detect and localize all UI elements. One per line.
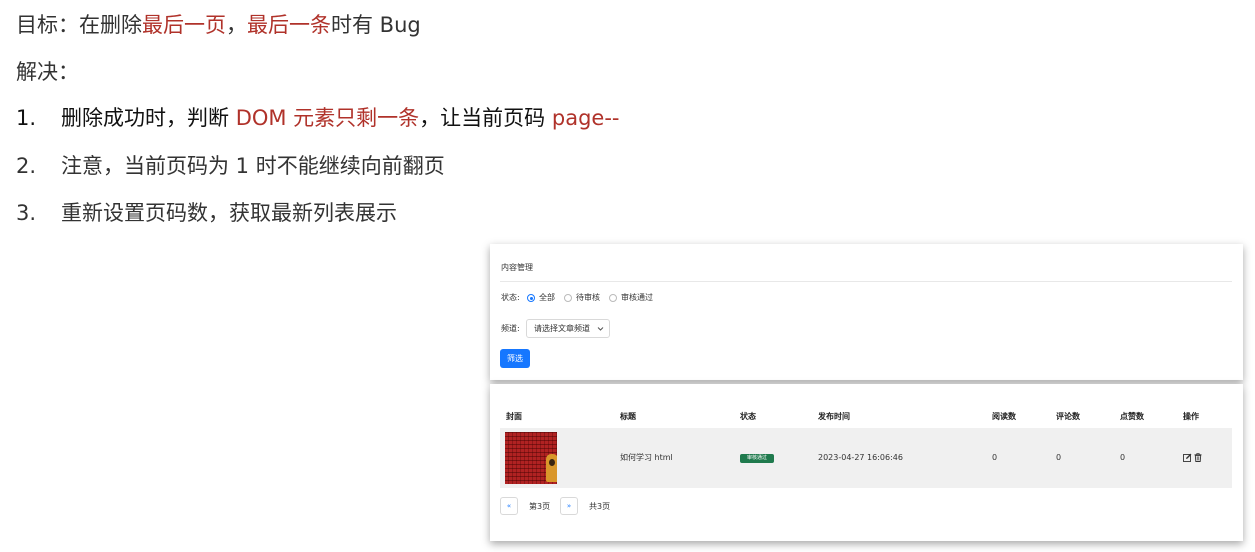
goal-highlight-last-item: 最后一条 <box>247 13 331 37</box>
next-page-button[interactable]: » <box>560 497 578 515</box>
column-header-status: 状态 <box>740 412 756 421</box>
chevron-down-icon <box>597 327 604 331</box>
step-3: 3. 重新设置页码数，获取最新列表展示 <box>16 198 397 228</box>
status-radio-all[interactable] <box>527 294 535 302</box>
status-radio-pending[interactable] <box>564 294 572 302</box>
cover-image <box>505 432 557 484</box>
column-header-reads: 阅读数 <box>992 412 1016 421</box>
goal-suffix: 时有 Bug <box>331 13 421 37</box>
filter-button[interactable]: 筛选 <box>500 349 530 368</box>
step-3-number: 3. <box>16 201 37 225</box>
column-header-actions: 操作 <box>1183 412 1199 421</box>
row-comments: 0 <box>1056 453 1062 462</box>
status-option-pending[interactable]: 待审核 <box>576 293 600 303</box>
edit-icon[interactable] <box>1183 453 1192 462</box>
goal-line: 目标：在删除最后一页，最后一条时有 Bug <box>16 10 421 40</box>
status-label: 状态: <box>501 293 520 302</box>
cover-figure <box>546 454 557 482</box>
status-radio-approved[interactable] <box>609 294 617 302</box>
column-header-likes: 点赞数 <box>1120 412 1144 421</box>
step-3-text: 重新设置页码数，获取最新列表展示 <box>61 201 397 225</box>
goal-prefix: 目标：在删除 <box>16 13 142 37</box>
column-header-publish-time: 发布时间 <box>818 412 850 421</box>
status-option-all[interactable]: 全部 <box>539 293 555 303</box>
step-1-text-b: ，让当前页码 <box>419 106 552 130</box>
total-pages-label: 共3页 <box>589 502 611 511</box>
channel-label: 频道: <box>501 324 520 333</box>
prev-page-button[interactable]: « <box>500 497 518 515</box>
row-reads: 0 <box>992 453 998 462</box>
channel-select[interactable]: 请选择文章频道 <box>526 319 610 338</box>
step-2-number: 2. <box>16 154 37 178</box>
table-row: 如何学习 html 审核通过 2023-04-27 16:06:46 0 0 0 <box>500 428 1232 488</box>
current-page-label: 第3页 <box>529 502 551 511</box>
trash-icon[interactable] <box>1194 453 1202 462</box>
step-2-text: 注意，当前页码为 1 时不能继续向前翻页 <box>61 154 445 178</box>
status-option-approved[interactable]: 审核通过 <box>621 293 653 303</box>
step-1-number: 1. <box>16 106 37 130</box>
channel-select-placeholder: 请选择文章频道 <box>534 324 590 333</box>
step-1: 1. 删除成功时，判断 DOM 元素只剩一条，让当前页码 page-- <box>16 103 619 133</box>
goal-comma: ， <box>226 13 247 37</box>
column-header-cover: 封面 <box>506 412 522 421</box>
row-publish-time: 2023-04-27 16:06:46 <box>818 453 903 462</box>
row-likes: 0 <box>1120 453 1126 462</box>
column-header-comments: 评论数 <box>1056 412 1080 421</box>
goal-highlight-last-page: 最后一页 <box>142 13 226 37</box>
column-header-title: 标题 <box>620 412 636 421</box>
breadcrumb-divider <box>500 281 1232 282</box>
step-1-highlight-a: DOM 元素只剩一条 <box>235 106 420 130</box>
row-title: 如何学习 html <box>620 453 673 462</box>
filter-card <box>490 244 1243 380</box>
breadcrumb: 内容管理 <box>501 263 533 272</box>
step-2: 2. 注意，当前页码为 1 时不能继续向前翻页 <box>16 151 445 181</box>
status-badge: 审核通过 <box>740 454 774 463</box>
step-1-text-a: 删除成功时，判断 <box>61 106 236 130</box>
table-header: 封面 标题 状态 发布时间 阅读数 评论数 点赞数 操作 <box>500 405 1232 427</box>
solve-label: 解决： <box>16 60 79 84</box>
step-1-highlight-b: page-- <box>551 106 620 130</box>
